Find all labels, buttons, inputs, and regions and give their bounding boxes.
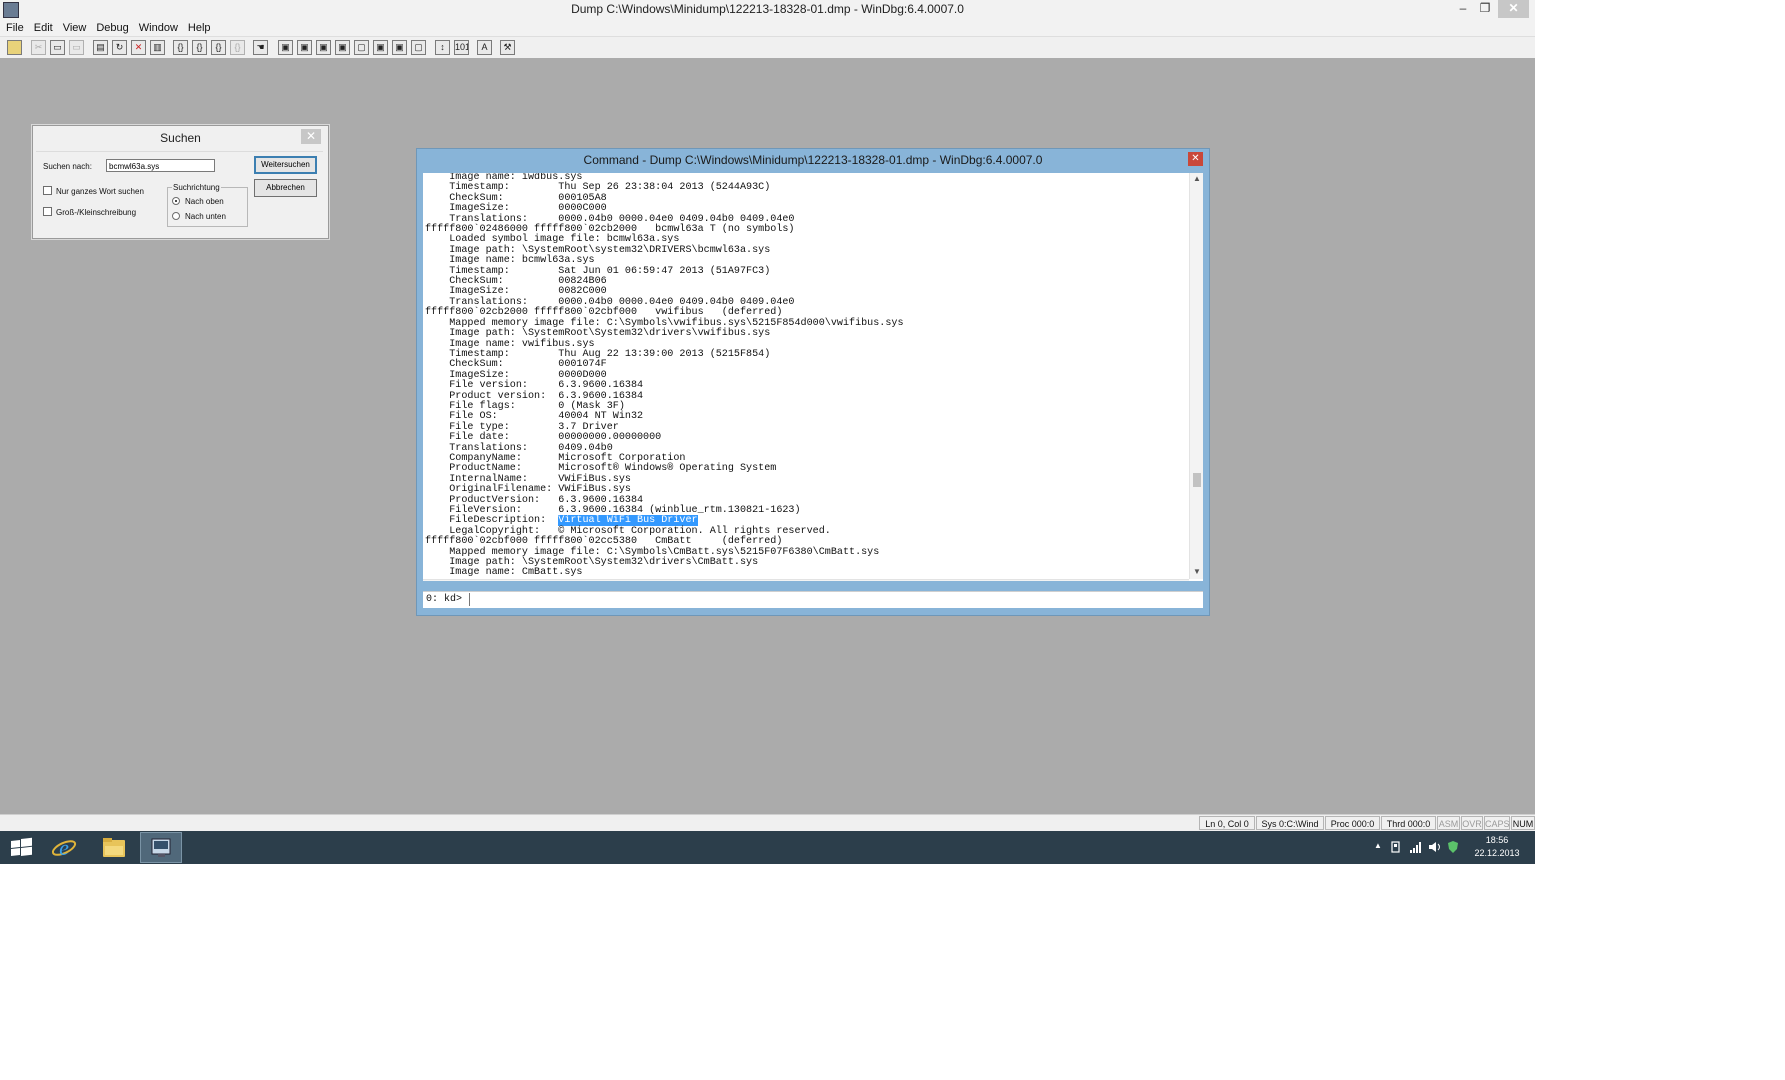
source-mode-icon[interactable]: ↕ (435, 40, 450, 55)
search-label: Suchen nach: (43, 162, 92, 171)
command-input[interactable] (469, 593, 1190, 606)
menu-file[interactable]: File (0, 20, 29, 36)
whole-word-checkbox[interactable] (43, 186, 52, 195)
command-window-icon[interactable]: ▣ (278, 40, 293, 55)
paste-icon[interactable]: ▭ (69, 40, 84, 55)
hex-mode-icon[interactable]: 101 (454, 40, 469, 55)
find-dialog-close-button[interactable]: ✕ (301, 129, 321, 144)
go-icon[interactable]: ▤ (93, 40, 108, 55)
menu-debug[interactable]: Debug (91, 20, 133, 36)
step-into-icon[interactable]: {} (173, 40, 188, 55)
command-window-close-button[interactable]: ✕ (1188, 152, 1203, 166)
command-output[interactable]: Image name: iwdbus.sys Timestamp: Thu Se… (423, 173, 1203, 581)
status-thrd: Thrd 000:0 (1381, 816, 1436, 830)
system-clock[interactable]: 18:56 22.12.2013 (1466, 834, 1528, 860)
status-sys: Sys 0:C:\Wind (1256, 816, 1324, 830)
command-line: 0: kd> (423, 591, 1203, 608)
run-to-cursor-icon[interactable]: {} (230, 40, 245, 55)
output-text-after: LegalCopyright: © Microsoft Corporation.… (425, 525, 880, 579)
direction-down-radio[interactable] (172, 212, 180, 220)
internet-explorer-icon: e (51, 835, 77, 860)
search-input[interactable]: bcmwl63a.sys (106, 159, 215, 172)
vertical-scrollbar[interactable]: ▲ ▼ (1189, 173, 1203, 579)
horizontal-scrollbar[interactable]: ◀ ▶ (423, 579, 1189, 581)
direction-group (167, 187, 248, 227)
search-highlight: Virtual WiFi Bus Driver (558, 515, 698, 527)
screen: Dump C:\Windows\Minidump\122213-18328-01… (0, 0, 1535, 864)
direction-down-label: Nach unten (185, 212, 226, 221)
copy-icon[interactable]: ▭ (50, 40, 65, 55)
step-out-icon[interactable]: {} (211, 40, 226, 55)
kd-prompt: 0: kd> (426, 594, 463, 605)
start-button[interactable] (0, 832, 42, 863)
registers-window-icon[interactable]: ▣ (335, 40, 350, 55)
cancel-button[interactable]: Abbrechen (254, 179, 317, 197)
toolbar: ✂ ▭ ▭ ▤ ↻ ✕ ▥ {} {} {} {} ☚ ▣ ▣ ▣ ▣ ▢ ▣ … (0, 36, 1535, 60)
restart-icon[interactable]: ↻ (112, 40, 127, 55)
vertical-scroll-thumb[interactable] (1193, 473, 1201, 487)
windbg-icon (151, 838, 171, 857)
clock-date: 22.12.2013 (1474, 848, 1520, 858)
find-dialog-title: Suchen (160, 131, 201, 145)
output-text-before: Image name: iwdbus.sys Timestamp: Thu Se… (425, 173, 904, 527)
internet-explorer-taskbar-button[interactable]: e (43, 832, 85, 863)
file-explorer-taskbar-button[interactable] (93, 832, 135, 863)
minimize-button[interactable]: – (1452, 0, 1474, 18)
whole-word-label: Nur ganzes Wort suchen (56, 187, 144, 196)
direction-up-label: Nach oben (185, 197, 224, 206)
direction-up-radio[interactable] (172, 197, 180, 205)
status-num: NUM (1511, 816, 1535, 830)
status-asm: ASM (1437, 816, 1460, 830)
main-window-title: Dump C:\Windows\Minidump\122213-18328-01… (571, 2, 964, 16)
tray-expand-icon[interactable]: ▲ (1374, 841, 1382, 853)
restore-button[interactable]: ❐ (1474, 0, 1496, 18)
taskbar: e ▲ 18:56 22.12.2013 (0, 831, 1535, 864)
status-ovr: OVR (1461, 816, 1483, 830)
watch-window-icon[interactable]: ▣ (297, 40, 312, 55)
step-over-icon[interactable]: {} (192, 40, 207, 55)
break-icon[interactable]: ▥ (150, 40, 165, 55)
command-window: Command - Dump C:\Windows\Minidump\12221… (416, 148, 1210, 616)
options-icon[interactable]: ⚒ (500, 40, 515, 55)
find-next-button[interactable]: Weitersuchen (254, 156, 317, 174)
match-case-checkbox[interactable] (43, 207, 52, 216)
close-button[interactable]: ✕ (1498, 0, 1529, 18)
match-case-label: Groß-/Kleinschreibung (56, 208, 137, 217)
folder-icon (103, 838, 125, 857)
cut-icon[interactable]: ✂ (31, 40, 46, 55)
font-icon[interactable]: A (477, 40, 492, 55)
svg-text:e: e (59, 835, 69, 860)
memory-window-icon[interactable]: ▢ (354, 40, 369, 55)
stop-debugging-icon[interactable]: ✕ (131, 40, 146, 55)
scroll-down-arrow-icon[interactable]: ▼ (1193, 567, 1201, 576)
command-window-title: Command - Dump C:\Windows\Minidump\12221… (583, 153, 1043, 167)
menu-bar: File Edit View Debug Window Help (0, 20, 1535, 36)
direction-group-label: Suchrichtung (172, 183, 221, 192)
scroll-up-arrow-icon[interactable]: ▲ (1193, 174, 1201, 183)
windbg-taskbar-button[interactable] (140, 832, 182, 863)
scratch-pad-icon[interactable]: ▢ (411, 40, 426, 55)
menu-help[interactable]: Help (183, 20, 216, 36)
hand-icon[interactable]: ☚ (253, 40, 268, 55)
security-shield-icon[interactable] (1447, 841, 1459, 853)
volume-icon[interactable] (1428, 841, 1442, 853)
open-folder-icon[interactable] (7, 40, 22, 55)
menu-edit[interactable]: Edit (29, 20, 58, 36)
windows-logo-icon (11, 837, 32, 856)
status-bar: Ln 0, Col 0 Sys 0:C:\Wind Proc 000:0 Thr… (0, 814, 1535, 832)
main-titlebar[interactable]: Dump C:\Windows\Minidump\122213-18328-01… (0, 0, 1535, 21)
locals-window-icon[interactable]: ▣ (316, 40, 331, 55)
menu-view[interactable]: View (58, 20, 92, 36)
call-stack-icon[interactable]: ▣ (373, 40, 388, 55)
network-signal-icon[interactable] (1409, 841, 1423, 853)
action-center-icon[interactable] (1390, 841, 1402, 853)
menu-window[interactable]: Window (134, 20, 183, 36)
clock-time: 18:56 (1485, 835, 1509, 845)
status-caps: CAPS (1484, 816, 1510, 830)
disassembly-icon[interactable]: ▣ (392, 40, 407, 55)
status-proc: Proc 000:0 (1325, 816, 1380, 830)
status-line-col: Ln 0, Col 0 (1199, 816, 1255, 830)
command-output-text: Image name: iwdbus.sys Timestamp: Thu Se… (425, 173, 904, 579)
